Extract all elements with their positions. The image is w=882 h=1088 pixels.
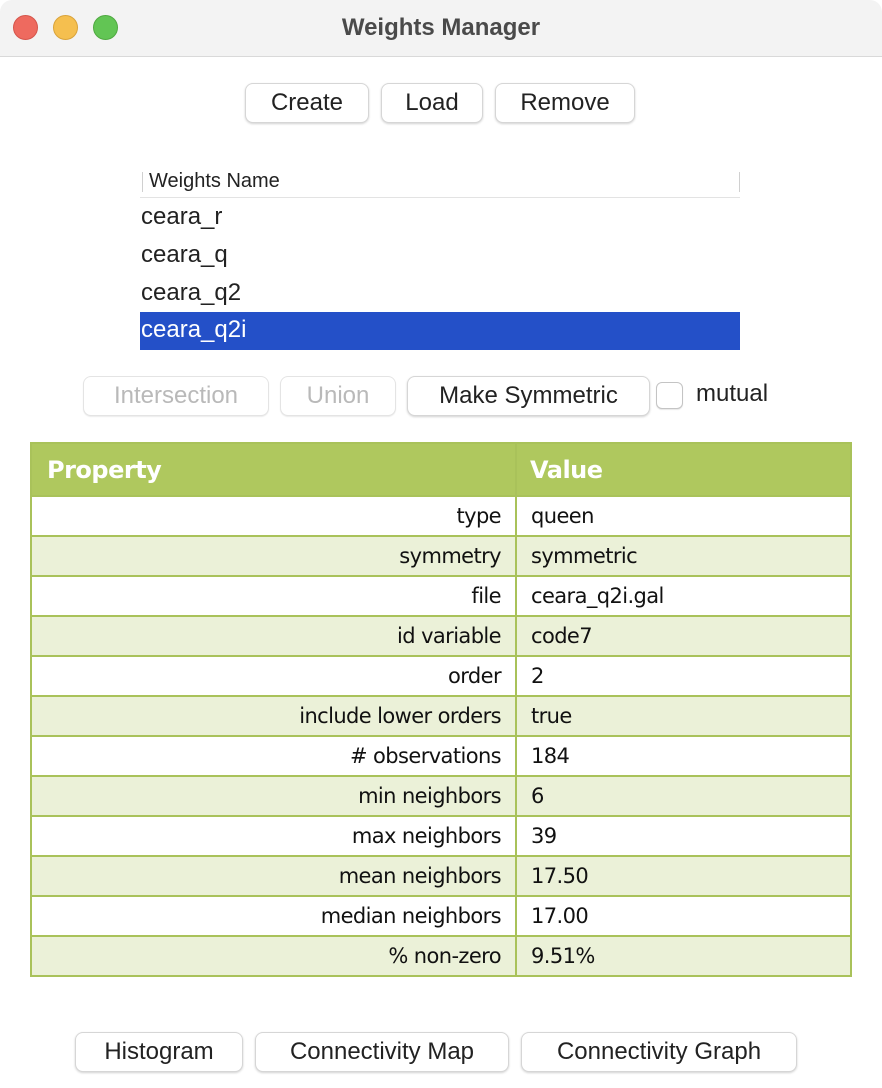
window-title: Weights Manager: [341, 14, 541, 41]
table-row: % non-zero 9.51%: [30, 935, 852, 977]
table-row: file ceara_q2i.gal: [30, 575, 852, 617]
table-row: symmetry symmetric: [30, 535, 852, 577]
property-cell: # observations: [30, 735, 517, 777]
weights-list-item[interactable]: ceara_q: [140, 237, 740, 275]
table-row: median neighbors 17.00: [30, 895, 852, 937]
value-cell: 2: [515, 655, 852, 697]
property-cell: order: [30, 655, 517, 697]
value-cell: 17.50: [515, 855, 852, 897]
value-column-header: Value: [515, 442, 852, 497]
mutual-checkbox[interactable]: [656, 382, 683, 409]
intersection-button[interactable]: Intersection: [83, 376, 269, 416]
weights-list-item-selected[interactable]: ceara_q2i: [140, 312, 740, 350]
property-cell: min neighbors: [30, 775, 517, 817]
remove-button[interactable]: Remove: [495, 83, 635, 123]
table-row: max neighbors 39: [30, 815, 852, 857]
value-cell: ceara_q2i.gal: [515, 575, 852, 617]
value-cell: symmetric: [515, 535, 852, 577]
property-cell: include lower orders: [30, 695, 517, 737]
property-cell: median neighbors: [30, 895, 517, 937]
property-cell: % non-zero: [30, 935, 517, 977]
properties-table-header: Property Value: [30, 442, 852, 497]
column-separator: [739, 172, 740, 192]
load-button[interactable]: Load: [381, 83, 483, 123]
property-cell: type: [30, 495, 517, 537]
value-cell: code7: [515, 615, 852, 657]
value-cell: 17.00: [515, 895, 852, 937]
create-button[interactable]: Create: [245, 83, 369, 123]
connectivity-map-button[interactable]: Connectivity Map: [255, 1032, 509, 1072]
weights-list-item[interactable]: ceara_r: [140, 199, 740, 237]
make-symmetric-button[interactable]: Make Symmetric: [407, 376, 650, 416]
table-row: type queen: [30, 495, 852, 537]
mutual-checkbox-label: mutual: [696, 380, 769, 407]
value-cell: 184: [515, 735, 852, 777]
property-column-header: Property: [30, 442, 517, 497]
properties-table: Property Value type queen symmetry symmetr…: [30, 442, 852, 977]
table-row: id variable code7: [30, 615, 852, 657]
value-cell: 9.51%: [515, 935, 852, 977]
value-cell: queen: [515, 495, 852, 537]
value-cell: 39: [515, 815, 852, 857]
value-cell: 6: [515, 775, 852, 817]
table-row: min neighbors 6: [30, 775, 852, 817]
property-cell: file: [30, 575, 517, 617]
table-row: # observations 184: [30, 735, 852, 777]
connectivity-graph-button[interactable]: Connectivity Graph: [521, 1032, 797, 1072]
table-row: order 2: [30, 655, 852, 697]
table-row: mean neighbors 17.50: [30, 855, 852, 897]
weights-list-header[interactable]: Weights Name: [140, 168, 740, 198]
weights-list-item[interactable]: ceara_q2: [140, 275, 740, 313]
property-cell: mean neighbors: [30, 855, 517, 897]
property-cell: symmetry: [30, 535, 517, 577]
weights-name-column-header: Weights Name: [149, 170, 280, 192]
property-cell: max neighbors: [30, 815, 517, 857]
histogram-button[interactable]: Histogram: [75, 1032, 243, 1072]
value-cell: true: [515, 695, 852, 737]
title-bar: Weights Manager: [0, 0, 882, 57]
column-separator: [142, 172, 143, 192]
table-row: include lower orders true: [30, 695, 852, 737]
property-cell: id variable: [30, 615, 517, 657]
union-button[interactable]: Union: [280, 376, 396, 416]
